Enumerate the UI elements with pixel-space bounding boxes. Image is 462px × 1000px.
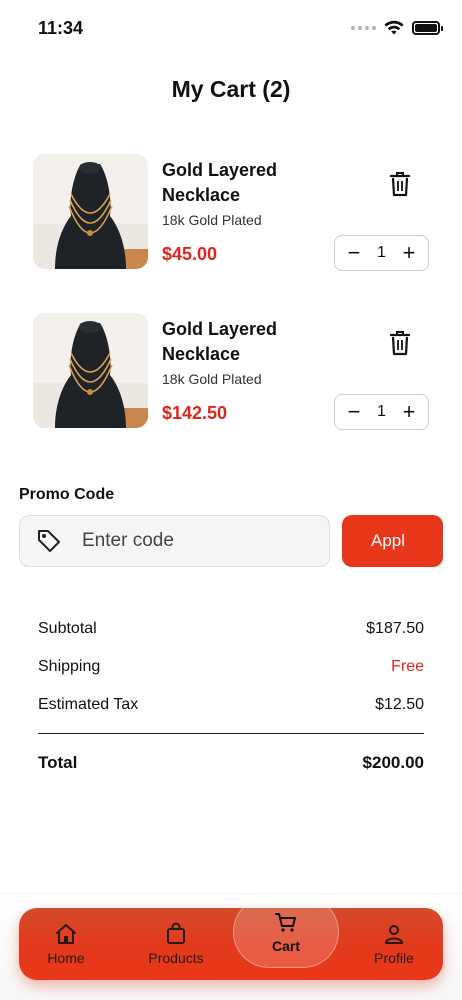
wifi-icon xyxy=(384,20,404,35)
item-name: Gold Layered Necklace xyxy=(162,319,278,364)
total-row: Total $200.00 xyxy=(38,753,424,775)
tax-row: Estimated Tax $12.50 xyxy=(38,696,424,718)
subtotal-row: Subtotal $187.50 xyxy=(38,620,424,642)
shipping-label: Shipping xyxy=(38,658,101,675)
total-label: Total xyxy=(38,753,78,772)
total-value: $200.00 xyxy=(362,753,424,772)
tag-icon xyxy=(38,530,60,552)
nav-label-cart: Cart xyxy=(271,938,300,954)
tax-label: Estimated Tax xyxy=(38,696,139,713)
subtotal-label: Subtotal xyxy=(38,620,97,637)
quantity-value: 1 xyxy=(377,244,386,261)
tax-value: $12.50 xyxy=(375,696,424,713)
item-name: Gold Layered Necklace xyxy=(162,160,278,205)
quantity-value: 1 xyxy=(377,403,386,420)
promo-field xyxy=(19,515,330,567)
promo-code-input[interactable] xyxy=(82,530,302,552)
nav-item-products[interactable]: Products xyxy=(131,908,221,980)
decrease-button[interactable]: − xyxy=(345,401,363,423)
item-variant: 18k Gold Plated xyxy=(162,212,262,228)
increase-button[interactable]: + xyxy=(400,401,418,423)
cart-icon xyxy=(275,913,296,932)
nav-label-profile: Profile xyxy=(374,950,414,966)
delete-button[interactable] xyxy=(387,329,413,357)
subtotal-value: $187.50 xyxy=(366,620,424,637)
shipping-value: Free xyxy=(391,658,424,675)
battery-icon xyxy=(412,21,443,35)
apply-button[interactable]: Appl xyxy=(342,515,443,567)
quantity-stepper: − 1 + xyxy=(334,394,429,430)
decrease-button[interactable]: − xyxy=(345,242,363,264)
nav-item-home[interactable]: Home xyxy=(21,908,111,980)
user-icon xyxy=(385,925,403,944)
status-time: 11:34 xyxy=(38,18,84,38)
item-price: $45.00 xyxy=(162,244,218,264)
item-price: $142.50 xyxy=(162,403,228,423)
product-image xyxy=(33,313,148,428)
status-bar: 11:34 xyxy=(0,0,462,56)
nav-item-profile[interactable]: Profile xyxy=(349,908,439,980)
status-icons xyxy=(351,20,443,36)
product-image xyxy=(33,154,148,269)
nav-label-home: Home xyxy=(47,950,85,966)
signal-icon xyxy=(351,26,376,30)
trash-icon xyxy=(389,331,411,356)
nav-item-cart[interactable]: Cart xyxy=(233,896,339,968)
nav-label-products: Products xyxy=(148,950,204,966)
trash-icon xyxy=(389,172,411,197)
page-title: My Cart (2) xyxy=(171,76,291,102)
cart-item: Gold Layered Necklace 18k Gold Plated $1… xyxy=(33,313,433,430)
promo-label: Promo Code xyxy=(19,486,115,503)
delete-button[interactable] xyxy=(387,170,413,198)
summary-divider xyxy=(38,733,424,734)
bottom-nav: Home Products Cart Profile xyxy=(19,896,443,980)
bag-icon xyxy=(167,922,185,944)
increase-button[interactable]: + xyxy=(400,242,418,264)
cart-item: Gold Layered Necklace 18k Gold Plated $4… xyxy=(33,154,433,271)
home-icon xyxy=(56,924,76,944)
quantity-stepper: − 1 + xyxy=(334,235,429,271)
item-variant: 18k Gold Plated xyxy=(162,371,262,387)
shipping-row: Shipping Free xyxy=(38,658,424,680)
